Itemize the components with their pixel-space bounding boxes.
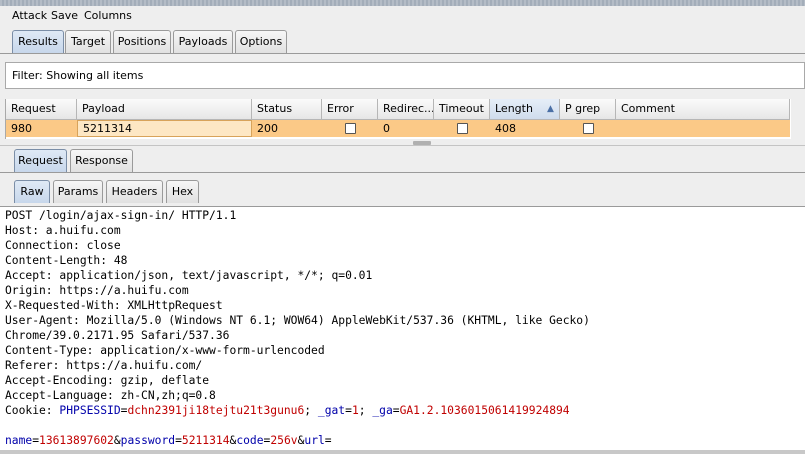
tab-options[interactable]: Options xyxy=(235,30,287,53)
menu-columns[interactable]: Columns xyxy=(84,9,132,22)
tab-payloads[interactable]: Payloads xyxy=(173,30,233,53)
tab-positions[interactable]: Positions xyxy=(113,30,171,53)
request-line-11: Referer: https://a.huifu.com/ xyxy=(5,359,203,372)
cookie-key: PHPSESSID xyxy=(59,404,121,417)
tab-headers[interactable]: Headers xyxy=(106,180,163,203)
col-pgrep[interactable]: P grep xyxy=(560,99,616,120)
split-divider xyxy=(0,145,805,146)
request-line-4: Content-Length: 48 xyxy=(5,254,128,267)
body-amp: & xyxy=(113,434,121,447)
cookie-key: _gat xyxy=(317,404,346,417)
cookie-eq: = xyxy=(345,404,352,417)
cell-payload: 5211314 xyxy=(77,120,252,137)
body-value: 256v xyxy=(270,434,298,447)
cookie-sep: ; xyxy=(358,404,373,417)
cookie-eq: = xyxy=(392,404,400,417)
menu-save[interactable]: Save xyxy=(51,9,78,22)
request-line-3: Connection: close xyxy=(5,239,121,252)
request-line-7: X-Requested-With: XMLHttpRequest xyxy=(5,299,223,312)
tab-raw[interactable]: Raw xyxy=(14,180,50,203)
body-value: 5211314 xyxy=(181,434,230,447)
body-line: name=13613897602&password=5211314&code=2… xyxy=(5,433,332,448)
detail-tab-divider xyxy=(0,172,805,173)
menubar: Attack Save Columns xyxy=(0,0,805,28)
col-redirects[interactable]: Redirec... xyxy=(378,99,434,120)
tab-target[interactable]: Target xyxy=(65,30,111,53)
body-eq: = xyxy=(175,434,182,447)
cell-error-checkbox[interactable] xyxy=(345,123,356,134)
bottom-toolbar xyxy=(0,450,805,454)
cell-comment xyxy=(616,120,790,137)
request-line-13: Accept-Language: zh-CN,zh;q=0.8 xyxy=(5,389,216,402)
cell-redirects: 0 xyxy=(383,122,390,135)
filter-bar[interactable]: Filter: Showing all items xyxy=(5,62,805,89)
col-length[interactable]: Length ▲ xyxy=(490,99,560,120)
body-key: password xyxy=(120,434,176,447)
col-comment[interactable]: Comment xyxy=(616,99,790,120)
cell-request: 980 xyxy=(11,122,32,135)
tab-response[interactable]: Response xyxy=(70,149,133,172)
cookie-value: GA1.2.1036015061419924894 xyxy=(399,404,570,417)
request-line-9: Chrome/39.0.2171.95 Safari/537.36 xyxy=(5,329,230,342)
tab-results[interactable]: Results xyxy=(12,30,64,53)
col-payload[interactable]: Payload xyxy=(77,99,252,120)
col-timeout[interactable]: Timeout xyxy=(434,99,490,120)
cookie-prefix: Cookie: xyxy=(5,404,60,417)
request-line-5: Accept: application/json, text/javascrip… xyxy=(5,269,373,282)
filter-label: Filter: Showing all items xyxy=(12,69,144,82)
request-line-12: Accept-Encoding: gzip, deflate xyxy=(5,374,210,387)
menu-attack[interactable]: Attack xyxy=(12,9,47,22)
cell-timeout-checkbox[interactable] xyxy=(457,123,468,134)
request-line-10: Content-Type: application/x-www-form-url… xyxy=(5,344,325,357)
request-line-8: User-Agent: Mozilla/5.0 (Windows NT 6.1;… xyxy=(5,314,590,327)
tab-params[interactable]: Params xyxy=(53,180,103,203)
tab-divider xyxy=(0,53,805,54)
body-value: 13613897602 xyxy=(39,434,114,447)
request-line-6: Origin: https://a.huifu.com xyxy=(5,284,189,297)
results-table: Request Payload Status Error Redirec... … xyxy=(5,99,792,139)
raw-request-editor[interactable]: POST /login/ajax-sign-in/ HTTP/1.1 Host:… xyxy=(0,206,805,455)
col-request[interactable]: Request xyxy=(6,99,77,120)
cookie-value: 1 xyxy=(351,404,359,417)
title-strip xyxy=(0,0,805,6)
table-row[interactable]: 980 5211314 200 0 408 xyxy=(6,120,790,137)
sort-ascending-icon: ▲ xyxy=(547,104,554,114)
cookie-value: dchn2391ji18tejtu21t3gunu6 xyxy=(127,404,305,417)
tab-hex[interactable]: Hex xyxy=(166,180,199,203)
body-key: code xyxy=(236,434,264,447)
cell-pgrep-checkbox[interactable] xyxy=(583,123,594,134)
cell-length: 408 xyxy=(495,122,516,135)
cookie-line: Cookie: PHPSESSID = dchn2391ji18tejtu21t3g… xyxy=(5,403,570,418)
body-key: url xyxy=(304,434,325,447)
body-eq: = xyxy=(324,434,332,447)
col-error[interactable]: Error xyxy=(322,99,378,120)
cookie-sep: ; xyxy=(304,404,318,417)
body-eq: = xyxy=(32,434,40,447)
col-length-label: Length xyxy=(495,102,533,115)
request-line-2: Host: a.huifu.com xyxy=(5,224,121,237)
cell-status: 200 xyxy=(257,122,278,135)
col-status[interactable]: Status xyxy=(252,99,322,120)
cookie-key: _ga xyxy=(372,404,393,417)
body-key: name xyxy=(5,434,33,447)
table-scrollbar[interactable] xyxy=(791,99,805,139)
request-line-1: POST /login/ajax-sign-in/ HTTP/1.1 xyxy=(5,209,237,222)
tab-request[interactable]: Request xyxy=(14,149,67,172)
